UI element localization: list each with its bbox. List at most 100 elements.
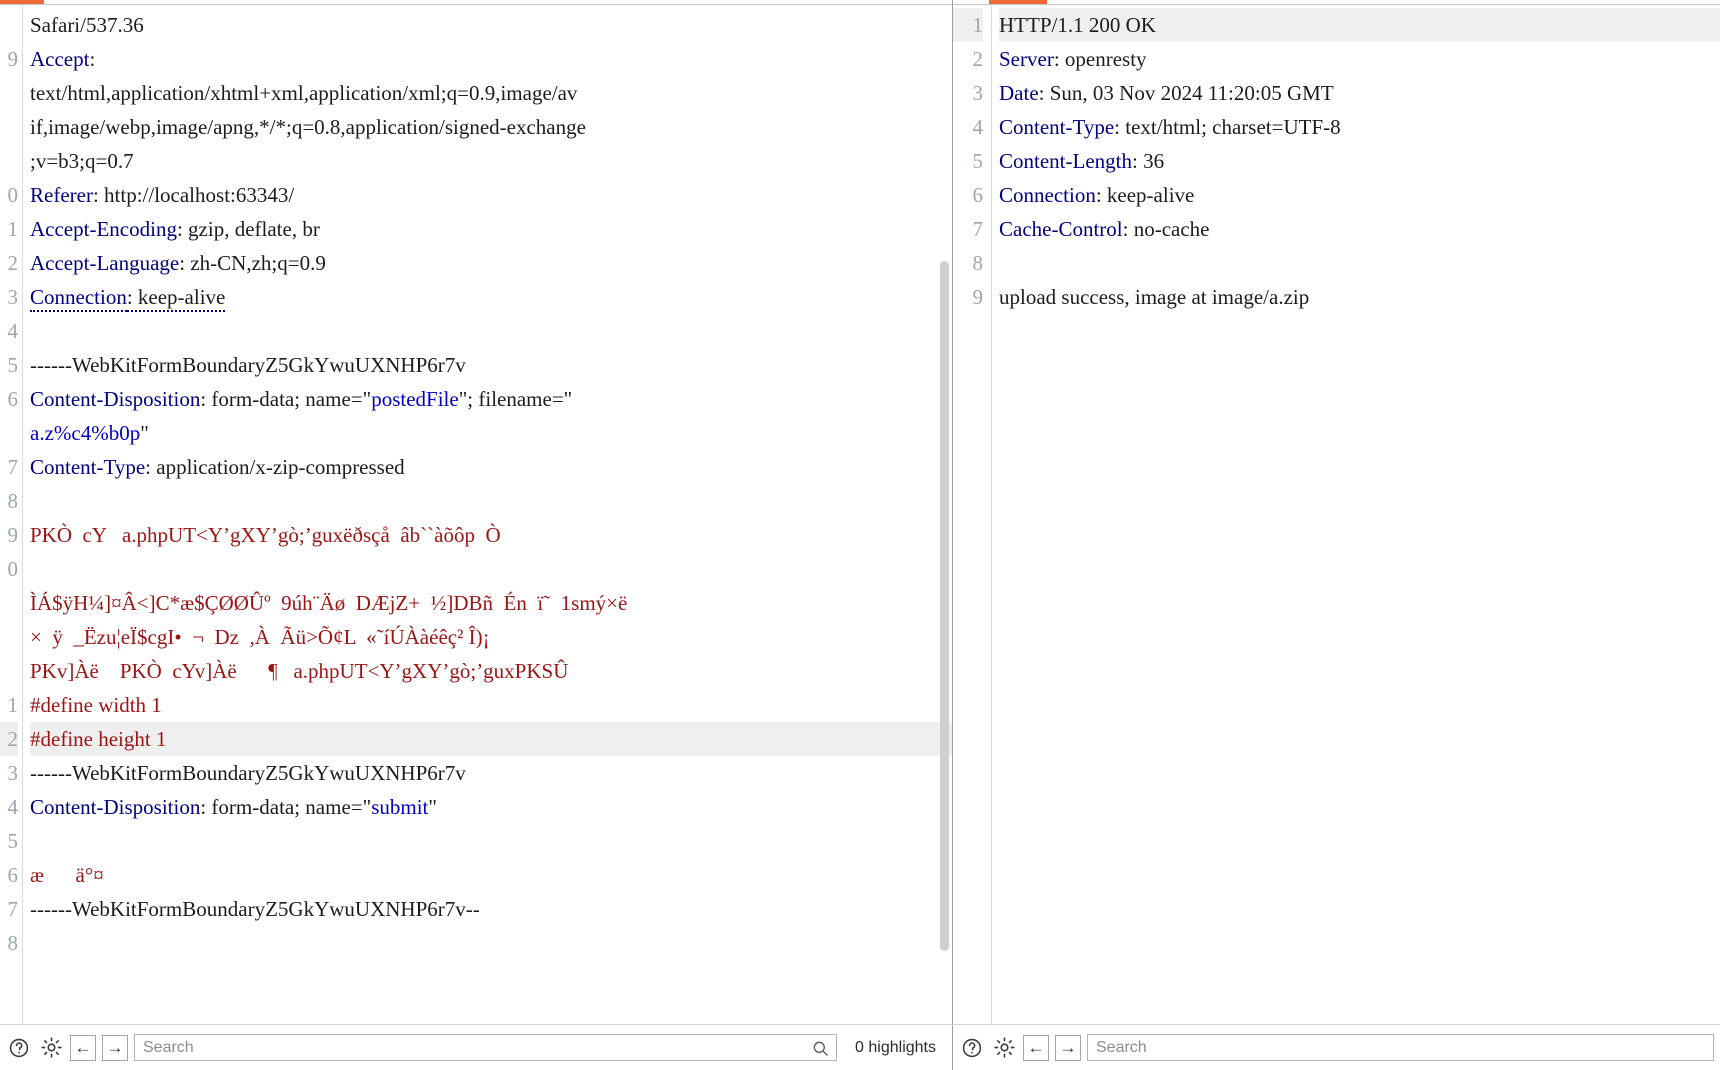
- response-editor[interactable]: 1 2 3 4 5 6 7 8 9 HTTP/1.1 200 OK Server: openres…: [953, 6, 1720, 1024]
- code-line[interactable]: HTTP/1.1 200 OK: [999, 8, 1720, 42]
- line-number: 8: [972, 251, 984, 275]
- code-token: : text/html; charset=UTF-8: [1114, 115, 1341, 139]
- code-line[interactable]: Cache-Control: no-cache: [999, 212, 1720, 246]
- request-pane: 9 0 1 2 3 4 5 6 7 8 9 0 1 2 3 4 5 6 7 8 Safari/537.36 Accept…: [0, 0, 952, 1024]
- code-line[interactable]: ------WebKitFormBoundaryZ5GkYwuUXNHP6r7v: [30, 348, 952, 382]
- request-code-area[interactable]: Safari/537.36 Accept: text/html,applicatio…: [23, 6, 952, 1024]
- request-search-toolbar: ← → 0 highlights: [0, 1025, 952, 1070]
- code-token: : form-data; name=": [200, 387, 372, 411]
- code-line[interactable]: Content-Length: 36: [999, 144, 1720, 178]
- response-pane: 1 2 3 4 5 6 7 8 9 HTTP/1.1 200 OK Server: openres…: [953, 0, 1720, 1024]
- code-token: Safari/537.36: [30, 13, 144, 37]
- line-number: 9: [7, 523, 19, 547]
- code-token: submit: [371, 795, 429, 819]
- code-line[interactable]: Safari/537.36: [30, 8, 952, 42]
- code-line[interactable]: Server: openresty: [999, 42, 1720, 76]
- line-number: 5: [7, 353, 19, 377]
- search-prev-button[interactable]: ←: [1023, 1034, 1049, 1061]
- line-number: 5: [972, 149, 984, 173]
- code-line[interactable]: ÌÁ$ÿH¼]¤Â<]C*æ$ÇØØÛº 9úh¨Äø DÆjZ+ ½]DBñ …: [30, 586, 952, 620]
- code-line[interactable]: ;v=b3;q=0.7: [30, 144, 952, 178]
- code-line[interactable]: [999, 246, 1720, 280]
- code-token: ------WebKitFormBoundaryZ5GkYwuUXNHP6r7v: [30, 353, 466, 377]
- code-token: : http://localhost:63343/: [92, 183, 295, 207]
- line-number: 7: [7, 897, 19, 921]
- code-line[interactable]: [30, 824, 952, 858]
- line-number: [0, 416, 18, 450]
- code-line[interactable]: PKv]Àë PKÒ cYv]Àë ¶ a.phpUT<Y’gXY’gò;’gu…: [30, 654, 952, 688]
- code-token: : no-cache: [1122, 217, 1210, 241]
- code-token: Cache-Control: [999, 217, 1123, 241]
- code-line[interactable]: Connection: keep-alive: [30, 280, 952, 314]
- line-number: [0, 586, 18, 620]
- code-line[interactable]: text/html,application/xhtml+xml,applicat…: [30, 76, 952, 110]
- search-prev-button[interactable]: ←: [70, 1034, 96, 1061]
- code-token: ÌÁ$ÿH¼]¤Â<]C*æ$ÇØØÛº 9úh¨Äø DÆjZ+ ½]DBñ …: [30, 591, 628, 615]
- code-token: :: [89, 47, 96, 71]
- search-next-button[interactable]: →: [1055, 1034, 1081, 1061]
- help-circle-icon[interactable]: [6, 1035, 32, 1061]
- code-token: Connection: [999, 183, 1096, 207]
- code-line[interactable]: Accept-Encoding: gzip, deflate, br: [30, 212, 952, 246]
- code-line[interactable]: #define height 1: [30, 722, 952, 756]
- code-token: upload success, image at image/a.zip: [999, 285, 1310, 309]
- code-line[interactable]: [30, 926, 952, 960]
- request-search-box[interactable]: [134, 1034, 838, 1063]
- request-search-input[interactable]: [135, 1035, 837, 1060]
- code-line[interactable]: PKÒ cY a.phpUT<Y’gXY’gò;’guxëðsçå âb``àõ…: [30, 518, 952, 552]
- line-number: 6: [7, 387, 19, 411]
- line-number: 4: [7, 795, 19, 819]
- gear-icon[interactable]: [991, 1035, 1017, 1061]
- code-line[interactable]: Content-Type: application/x-zip-compress…: [30, 450, 952, 484]
- code-line[interactable]: upload success, image at image/a.zip: [999, 280, 1720, 314]
- line-number: [0, 144, 18, 178]
- search-icon: [811, 1039, 830, 1063]
- line-number: 7: [7, 455, 19, 479]
- response-search-input[interactable]: [1088, 1035, 1713, 1060]
- line-number: 3: [7, 761, 19, 785]
- response-code-area[interactable]: HTTP/1.1 200 OK Server: openresty Date: Su…: [992, 6, 1720, 1024]
- code-line[interactable]: Referer: http://localhost:63343/: [30, 178, 952, 212]
- help-circle-icon[interactable]: [959, 1035, 985, 1061]
- gear-icon[interactable]: [38, 1035, 64, 1061]
- code-token: text/html,application/xhtml+xml,applicat…: [30, 81, 578, 105]
- highlights-count-label: 0 highlights: [855, 1038, 936, 1056]
- code-line[interactable]: [30, 314, 952, 348]
- code-token: Server: [999, 47, 1054, 71]
- code-token: ;v=b3;q=0.7: [30, 149, 134, 173]
- code-line[interactable]: if,image/webp,image/apng,*/*;q=0.8,appli…: [30, 110, 952, 144]
- code-line[interactable]: ------WebKitFormBoundaryZ5GkYwuUXNHP6r7v: [30, 756, 952, 790]
- code-token: HTTP/1.1 200 OK: [999, 13, 1156, 37]
- code-token: Content-Type: [30, 455, 146, 479]
- request-vertical-scrollbar[interactable]: [940, 261, 949, 951]
- code-line[interactable]: Content-Disposition: form-data; name="su…: [30, 790, 952, 824]
- code-token: : openresty: [1053, 47, 1147, 71]
- line-number: 2: [0, 722, 18, 756]
- search-next-button[interactable]: →: [102, 1034, 128, 1061]
- code-line[interactable]: æ ä°¤: [30, 858, 952, 892]
- code-line[interactable]: a.z%c4%b0p": [30, 416, 952, 450]
- code-token: #define width 1: [30, 693, 162, 717]
- line-number: [0, 654, 18, 688]
- code-line[interactable]: Date: Sun, 03 Nov 2024 11:20:05 GMT: [999, 76, 1720, 110]
- code-token: postedFile: [371, 387, 459, 411]
- code-line[interactable]: #define width 1: [30, 688, 952, 722]
- code-token: Content-Disposition: [30, 795, 201, 819]
- request-editor[interactable]: 9 0 1 2 3 4 5 6 7 8 9 0 1 2 3 4 5 6 7 8 Safari/537.36 Accept…: [0, 6, 952, 1024]
- code-line[interactable]: [30, 484, 952, 518]
- code-line[interactable]: × ÿ _Ëzu¦eÏ$cgI• ¬ Dz ,À Ãü>Õ¢L «˜íÚÀàéê…: [30, 620, 952, 654]
- code-line[interactable]: Content-Disposition: form-data; name="po…: [30, 382, 952, 416]
- code-token: Date: [999, 81, 1039, 105]
- code-line[interactable]: Connection: keep-alive: [999, 178, 1720, 212]
- line-number: 4: [7, 319, 19, 343]
- line-number: 3: [972, 81, 984, 105]
- code-token: : keep-alive: [126, 285, 226, 312]
- code-line[interactable]: Accept:: [30, 42, 952, 76]
- code-token: Referer: [30, 183, 93, 207]
- line-number: 8: [7, 489, 19, 513]
- response-search-box[interactable]: [1087, 1034, 1714, 1061]
- code-line[interactable]: ------WebKitFormBoundaryZ5GkYwuUXNHP6r7v…: [30, 892, 952, 926]
- code-line[interactable]: [30, 552, 952, 586]
- code-line[interactable]: Content-Type: text/html; charset=UTF-8: [999, 110, 1720, 144]
- code-line[interactable]: Accept-Language: zh-CN,zh;q=0.9: [30, 246, 952, 280]
